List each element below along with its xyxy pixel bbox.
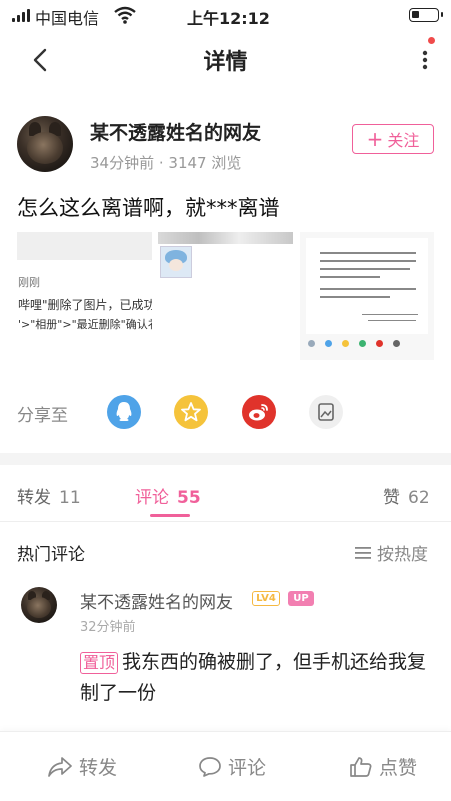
tab-divider <box>0 521 451 522</box>
image-share-row <box>308 340 400 347</box>
clock: 上午12:12 <box>187 9 270 28</box>
author-avatar[interactable] <box>17 116 73 172</box>
post-text: 怎么这么离谱啊，就***离谱 <box>17 196 280 220</box>
image-caption-3: '>"相册">"最近删除"确认衤 <box>18 318 152 331</box>
hot-comments-title: 热门评论 <box>17 545 85 565</box>
tab-like-count: 62 <box>408 488 430 508</box>
tab-like[interactable]: 赞 62 <box>383 483 430 508</box>
status-bar: 中国电信 上午12:12 <box>0 0 451 30</box>
comment-body: 我东西的确被删了，但手机还给我复制了一份 <box>80 651 427 704</box>
post-time: 34分钟前 <box>90 154 155 172</box>
follow-label: 关注 <box>387 131 420 150</box>
carrier-label: 中国电信 <box>35 9 100 28</box>
qq-icon <box>116 402 132 421</box>
comment-button[interactable]: 评论 <box>198 753 266 780</box>
sort-label: 按热度 <box>377 545 428 565</box>
image-thumbnail <box>160 246 192 278</box>
image-strip <box>158 232 293 244</box>
post-image-3[interactable] <box>300 232 434 360</box>
page-title: 详情 <box>203 50 248 75</box>
tab-comment-count: 55 <box>177 488 201 508</box>
thumbs-up-icon <box>350 756 372 777</box>
post-image-1[interactable]: 刚刚 哔哩"删除了图片，已成功 '>"相册">"最近删除"确认衤 <box>17 232 152 360</box>
share-label: 分享至 <box>17 406 68 426</box>
view-count: 3147 浏览 <box>168 154 242 172</box>
qzone-share-button[interactable] <box>174 395 208 429</box>
active-tab-indicator <box>150 514 190 517</box>
poster-icon <box>318 403 334 421</box>
weibo-icon <box>249 404 268 421</box>
image-header <box>17 232 152 260</box>
follow-button[interactable]: + 关注 <box>352 124 434 154</box>
share-arrow-icon <box>48 756 72 777</box>
tab-repost-count: 11 <box>59 488 81 508</box>
list-icon <box>355 546 371 559</box>
wifi-icon <box>114 6 136 24</box>
repost-label: 转发 <box>79 757 118 779</box>
image-document <box>306 238 428 334</box>
image-caption-1: 刚刚 <box>18 276 40 289</box>
comment-label: 评论 <box>228 757 267 779</box>
tab-repost[interactable]: 转发 11 <box>17 483 81 508</box>
image-caption-2: 哔哩"删除了图片，已成功 <box>18 298 152 312</box>
weibo-share-button[interactable] <box>242 395 276 429</box>
poster-share-button[interactable] <box>309 395 343 429</box>
repost-button[interactable]: 转发 <box>47 753 117 780</box>
battery-icon <box>409 8 443 22</box>
separator-dot: · <box>158 154 169 172</box>
plus-icon: + <box>366 127 384 151</box>
section-divider <box>0 453 451 465</box>
qq-share-button[interactable] <box>107 395 141 429</box>
comment-text: 置顶 我东西的确被删了，但手机还给我复制了一份 <box>80 647 430 709</box>
author-name[interactable]: 某不透露姓名的网友 <box>90 118 261 145</box>
tab-comment[interactable]: 评论 55 <box>135 483 201 508</box>
tab-comment-label: 评论 <box>135 488 169 508</box>
commenter-avatar[interactable] <box>21 587 57 623</box>
comment-time: 32分钟前 <box>80 620 136 635</box>
signal-icon <box>12 9 30 22</box>
more-options-icon[interactable] <box>415 44 435 76</box>
qzone-icon <box>181 402 201 422</box>
like-button[interactable]: 点赞 <box>349 753 417 780</box>
post-meta: 34分钟前 · 3147 浏览 <box>90 152 241 173</box>
comment-bubble-icon <box>199 756 221 777</box>
like-label: 点赞 <box>379 757 418 779</box>
notification-dot <box>428 37 435 44</box>
level-badge: LV4 <box>252 591 280 606</box>
post-image-2[interactable] <box>158 232 293 360</box>
sort-button[interactable]: 按热度 <box>355 540 428 565</box>
pinned-badge: 置顶 <box>80 652 119 674</box>
tab-like-label: 赞 <box>383 488 400 508</box>
commenter-name[interactable]: 某不透露姓名的网友 <box>80 588 233 613</box>
up-badge: UP <box>288 591 314 606</box>
tab-repost-label: 转发 <box>17 488 51 508</box>
